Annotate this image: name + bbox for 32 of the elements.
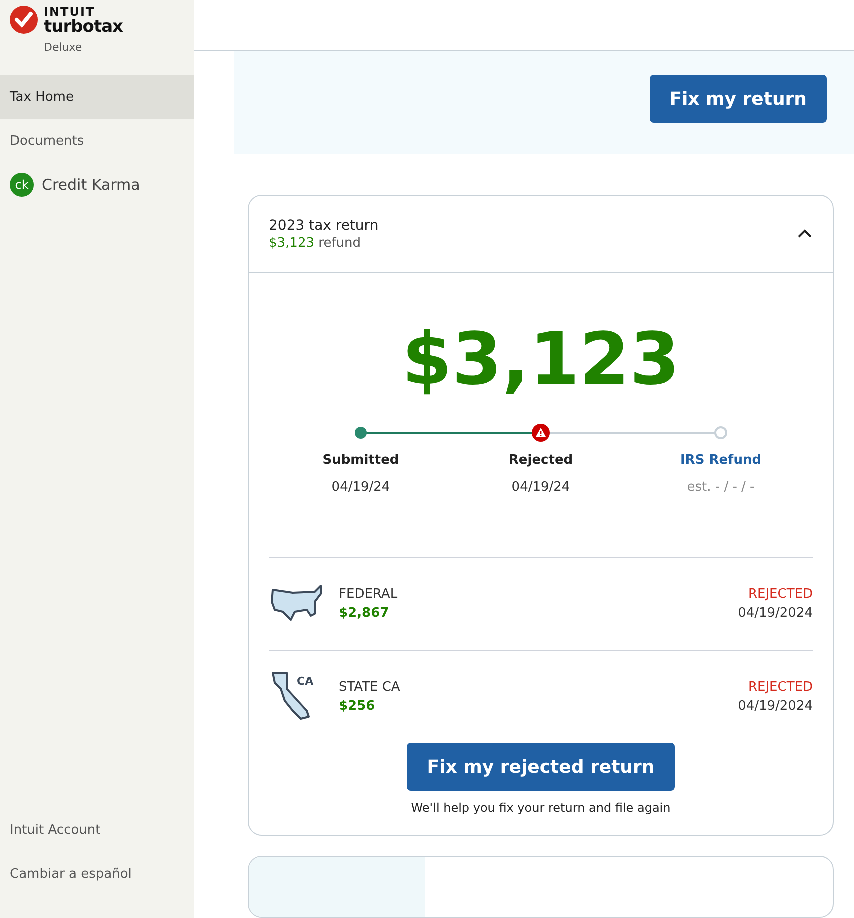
checkmark-logo-icon (10, 6, 38, 34)
filing-status: REJECTED (748, 680, 813, 695)
sidebar-item[interactable]: Tax Home (0, 75, 194, 119)
filing-date: 04/19/2024 (738, 699, 813, 714)
step-date: est. - / - / - (687, 480, 755, 495)
step-label: Submitted (322, 453, 400, 468)
sidebar-link[interactable]: Cambiar a español (10, 864, 184, 886)
refund-amount: $3,123 (402, 317, 680, 401)
step-label: IRS Refund (680, 453, 762, 468)
sidebar-link[interactable]: Intuit Account (10, 820, 184, 842)
filing-amount: $256 (339, 699, 376, 714)
filing-status: REJECTED (748, 587, 813, 602)
edition-label: Deluxe (44, 41, 84, 54)
step-date: 04/19/24 (332, 480, 390, 495)
help-note: We'll help you fix your return and file again (411, 801, 671, 815)
refund-summary: $3,123 refund (269, 236, 362, 250)
sidebar-item-label: Credit Karma (42, 176, 140, 194)
fix-rejected-return-button[interactable]: Fix my rejected return (407, 743, 675, 791)
filing-amount: $2,867 (339, 606, 390, 621)
card-title: 2023 tax return (269, 218, 379, 234)
sidebar-item[interactable]: ck Credit Karma (0, 163, 194, 207)
credit-karma-icon: ck (10, 173, 34, 197)
step-date: 04/19/24 (512, 480, 570, 495)
fix-return-button[interactable]: Fix my return (650, 75, 827, 123)
filing-date: 04/19/2024 (738, 606, 813, 621)
product-name: turbotax (44, 19, 124, 36)
usa-map-icon (269, 584, 325, 624)
company-name: INTUIT (44, 6, 96, 19)
sidebar-item[interactable]: Documents (0, 119, 194, 163)
filing-name: STATE CA (339, 680, 402, 695)
step-label: Rejected (508, 453, 574, 468)
filing-name: FEDERAL (339, 587, 399, 602)
